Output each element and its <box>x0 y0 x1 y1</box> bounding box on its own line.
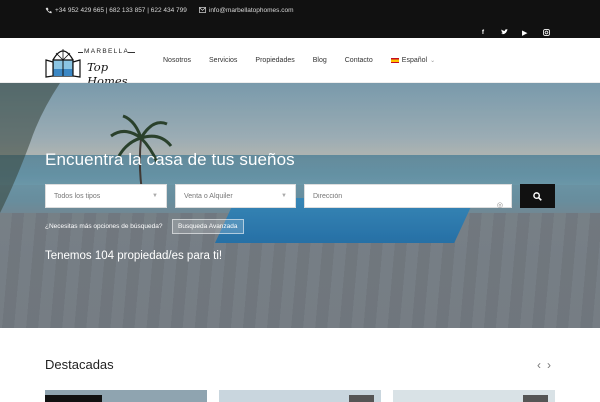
twitter-icon[interactable] <box>500 28 508 36</box>
site-logo[interactable]: MARBELLA Top Homes <box>45 44 135 88</box>
spain-flag-icon <box>390 57 399 64</box>
featured-title: Destacadas <box>45 357 114 372</box>
featured-card[interactable] <box>45 390 207 402</box>
nav-item-servicios[interactable]: Servicios <box>209 57 237 64</box>
property-type-select[interactable]: Todos los tipos ▼ <box>45 184 167 208</box>
location-target-icon[interactable]: ◎ <box>497 201 503 209</box>
main-nav: Nosotros Servicios Propiedades Blog Cont… <box>163 38 453 83</box>
window-logo-icon <box>45 49 81 78</box>
sale-rent-value: Venta o Alquiler <box>184 192 233 200</box>
search-button[interactable] <box>520 184 555 208</box>
address-input[interactable] <box>313 192 493 200</box>
top-bar: +34 952 429 665 | 682 133 857 | 622 434 … <box>0 0 600 38</box>
property-count-text: Tenemos 104 propiedad/es para ti! <box>45 250 223 262</box>
youtube-icon[interactable]: ▶ <box>521 28 529 36</box>
mail-icon <box>198 7 206 14</box>
chevron-left-icon[interactable]: ‹ <box>537 358 541 372</box>
phone-numbers: +34 952 429 665 | 682 133 857 | 622 434 … <box>55 6 187 14</box>
dropdown-caret-icon: ▼ <box>281 193 287 199</box>
search-icon <box>533 191 542 201</box>
nav-item-propiedades[interactable]: Propiedades <box>255 57 294 64</box>
carousel-arrows: ‹ › <box>537 358 551 372</box>
phone-icon <box>45 7 52 14</box>
instagram-icon[interactable] <box>542 28 550 36</box>
contact-info: +34 952 429 665 | 682 133 857 | 622 434 … <box>45 5 294 15</box>
chevron-down-icon: ⌄ <box>430 58 436 64</box>
featured-card[interactable] <box>393 390 555 402</box>
advanced-search-prompt: ¿Necesitas más opciones de búsqueda? <box>45 223 163 230</box>
sale-rent-select[interactable]: Venta o Alquiler ▼ <box>175 184 296 208</box>
address-field[interactable]: ◎ <box>304 184 512 209</box>
advanced-search-button[interactable]: Busqueda Avanzada <box>172 219 244 234</box>
hero-banner: Encuentra la casa de tus sueños Todos lo… <box>0 83 600 328</box>
logo-text-marbella: MARBELLA <box>84 48 130 55</box>
svg-text:▶: ▶ <box>522 29 528 36</box>
social-links: f ▶ <box>479 28 550 36</box>
chevron-right-icon[interactable]: › <box>547 358 551 372</box>
property-type-value: Todos los tipos <box>54 192 101 200</box>
nav-item-contacto[interactable]: Contacto <box>345 57 373 64</box>
dropdown-caret-icon: ▼ <box>152 193 158 199</box>
facebook-icon[interactable]: f <box>479 28 487 36</box>
main-header: MARBELLA Top Homes Nosotros Servicios Pr… <box>0 38 600 88</box>
language-label: Español <box>401 57 428 64</box>
nav-item-blog[interactable]: Blog <box>313 57 327 64</box>
email-link[interactable]: info@marbellatophomes.com <box>209 7 294 14</box>
nav-item-nosotros[interactable]: Nosotros <box>163 57 191 64</box>
language-selector[interactable]: Español ⌄ <box>390 57 436 64</box>
hero-title: Encuentra la casa de tus sueños <box>45 150 295 169</box>
featured-card[interactable] <box>219 390 381 402</box>
